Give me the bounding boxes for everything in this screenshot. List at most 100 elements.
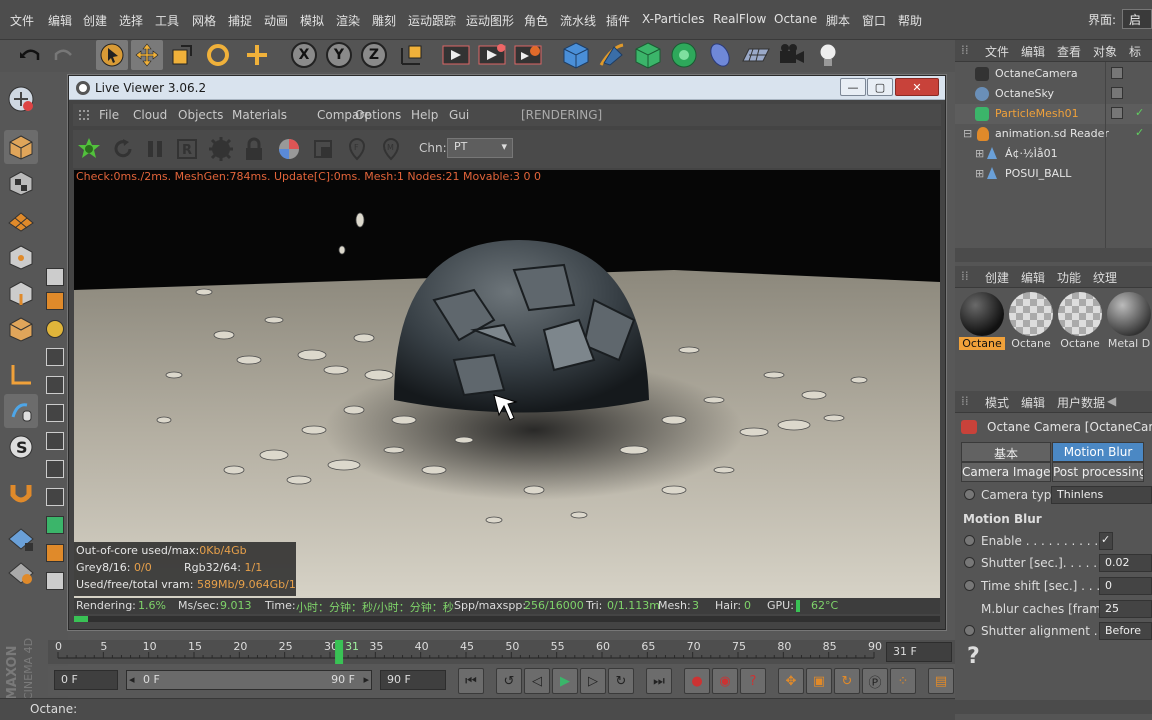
tab-post-processing[interactable]: Post processing xyxy=(1052,462,1144,482)
expand-icon[interactable]: ⊞ xyxy=(975,147,984,160)
help-question-icon[interactable]: ? xyxy=(967,644,980,669)
redo-icon[interactable] xyxy=(48,40,80,70)
undo-icon[interactable] xyxy=(14,40,46,70)
material-swatch[interactable]: Metal D xyxy=(1106,291,1152,353)
coordinate-system-icon[interactable] xyxy=(396,40,428,70)
attr-menu-mode[interactable]: 模式 xyxy=(985,394,1009,411)
menu-mesh[interactable]: 网格 xyxy=(192,12,216,29)
next-key-icon[interactable]: ↻ xyxy=(608,668,634,694)
keyframe-selection-icon[interactable]: ? xyxy=(740,668,766,694)
menu-mograph[interactable]: 运动图形 xyxy=(466,12,514,29)
make-editable-icon[interactable] xyxy=(4,82,38,116)
z-axis-lock-icon[interactable]: Z xyxy=(358,40,390,70)
material-icon[interactable] xyxy=(46,320,64,338)
timeline-window-icon[interactable]: ▤ xyxy=(928,668,954,694)
menu-render[interactable]: 渲染 xyxy=(336,12,360,29)
obj-menu-file[interactable]: 文件 xyxy=(985,43,1009,60)
edges-mode-icon[interactable] xyxy=(4,276,38,310)
brush-icon[interactable] xyxy=(46,544,64,562)
polygons-mode-icon[interactable] xyxy=(4,312,38,346)
menu-x-particles[interactable]: X-Particles xyxy=(642,12,705,26)
shutter-alignment-select[interactable]: Before xyxy=(1099,622,1152,640)
mblur-caches-input[interactable]: 25 xyxy=(1099,600,1152,618)
texture-mode-icon[interactable] xyxy=(4,166,38,200)
lv-menu-objects[interactable]: Objects xyxy=(178,108,223,122)
layer-icon[interactable] xyxy=(46,292,64,310)
tab-basic[interactable]: 基本 xyxy=(961,442,1051,462)
viewport-icon[interactable] xyxy=(46,268,64,286)
lv-menu-options[interactable]: Options xyxy=(355,108,401,122)
mat-menu-texture[interactable]: 纹理 xyxy=(1093,269,1117,286)
interface-layout-select[interactable]: 启动 xyxy=(1122,9,1152,29)
paint-icon[interactable] xyxy=(46,516,64,534)
deformer-icon[interactable] xyxy=(704,40,736,70)
menu-edit[interactable]: 编辑 xyxy=(48,12,72,29)
select-tool-icon[interactable] xyxy=(96,40,128,70)
material-ball-icon[interactable] xyxy=(275,135,303,163)
y-axis-lock-icon[interactable]: Y xyxy=(323,40,355,70)
axis-mode-icon[interactable] xyxy=(4,358,38,392)
obj-menu-edit[interactable]: 编辑 xyxy=(1021,43,1045,60)
animate-radio-icon[interactable] xyxy=(964,535,975,546)
enable-checkbox[interactable]: ✓ xyxy=(1099,532,1113,550)
render-view-icon[interactable] xyxy=(440,40,472,70)
lv-menu-materials[interactable]: Materials xyxy=(232,108,287,122)
end-frame-field[interactable]: 90 F xyxy=(380,670,446,690)
object-row[interactable]: ⊞ POSUI_BALL xyxy=(955,164,1152,184)
next-frame-icon[interactable]: ▷ xyxy=(580,668,606,694)
material-swatch[interactable]: Octane xyxy=(959,291,1005,353)
menu-character[interactable]: 角色 xyxy=(524,12,548,29)
menu-script[interactable]: 脚本 xyxy=(826,12,850,29)
attr-menu-edit[interactable]: 编辑 xyxy=(1021,394,1045,411)
workplane-lock-icon[interactable] xyxy=(4,522,38,556)
grid-icon[interactable] xyxy=(4,556,38,590)
mat-menu-function[interactable]: 功能 xyxy=(1057,269,1081,286)
lv-menu-file[interactable]: File xyxy=(99,108,119,122)
pick-material-icon[interactable]: M xyxy=(377,135,405,163)
menu-create[interactable]: 创建 xyxy=(83,12,107,29)
play-icon[interactable]: ▶ xyxy=(552,668,578,694)
record-keys-icon[interactable]: ● xyxy=(684,668,710,694)
menu-select[interactable]: 选择 xyxy=(119,12,143,29)
menu-motion-tracking[interactable]: 运动跟踪 xyxy=(408,12,456,29)
menu-help[interactable]: 帮助 xyxy=(898,12,922,29)
move-tool-icon[interactable] xyxy=(131,40,163,70)
magnet-icon[interactable] xyxy=(4,476,38,510)
shutter-input[interactable]: 0.02 xyxy=(1099,554,1152,572)
camera-icon[interactable] xyxy=(776,40,808,70)
close-icon[interactable]: ✕ xyxy=(895,78,939,96)
menu-sculpt[interactable]: 雕刻 xyxy=(372,12,396,29)
previous-key-icon[interactable]: ↺ xyxy=(496,668,522,694)
send-scene-icon[interactable] xyxy=(75,135,103,163)
tweak-mode-icon[interactable] xyxy=(4,394,38,428)
key-parameter-icon[interactable]: Ⓟ xyxy=(862,668,888,694)
pause-icon[interactable] xyxy=(141,135,169,163)
current-frame-field[interactable]: 31 F xyxy=(886,642,952,662)
object-row-selected[interactable]: ParticleMesh01 ✓ xyxy=(955,104,1152,124)
picture-viewer-icon[interactable] xyxy=(46,488,64,506)
scale-tool-icon[interactable] xyxy=(166,40,198,70)
lv-menu-gui[interactable]: Gui xyxy=(449,108,469,122)
autokey-icon[interactable]: ◉ xyxy=(712,668,738,694)
expand-icon[interactable]: ⊞ xyxy=(975,167,984,180)
animate-radio-icon[interactable] xyxy=(964,625,975,636)
tab-camera-imager[interactable]: Camera Imager xyxy=(961,462,1051,482)
timeshift-input[interactable]: 0 xyxy=(1099,577,1152,595)
mat-menu-create[interactable]: 创建 xyxy=(985,269,1009,286)
render-picture-viewer-icon[interactable] xyxy=(476,40,508,70)
tab-motion-blur[interactable]: Motion Blur xyxy=(1052,442,1144,462)
mat-menu-edit[interactable]: 编辑 xyxy=(1021,269,1045,286)
attr-menu-userdata[interactable]: 用户数据 xyxy=(1057,394,1105,411)
animate-radio-icon[interactable] xyxy=(964,489,975,500)
go-to-end-icon[interactable]: ⏭ xyxy=(646,668,672,694)
key-rotation-icon[interactable]: ↻ xyxy=(834,668,860,694)
render-viewport[interactable]: Check:0ms./2ms. MeshGen:784ms. Update[C]… xyxy=(74,170,940,598)
camera-type-select[interactable]: Thinlens xyxy=(1051,486,1152,504)
recent-tool-icon[interactable] xyxy=(241,40,273,70)
obj-menu-objects[interactable]: 对象 xyxy=(1093,43,1117,60)
enabled-check-icon[interactable]: ✓ xyxy=(1135,106,1144,119)
enabled-check-icon[interactable]: ✓ xyxy=(1135,126,1144,139)
x-axis-lock-icon[interactable]: X xyxy=(288,40,320,70)
live-viewer-titlebar[interactable]: Live Viewer 3.06.2 — ▢ ✕ xyxy=(69,76,945,100)
previous-frame-icon[interactable]: ◁ xyxy=(524,668,550,694)
